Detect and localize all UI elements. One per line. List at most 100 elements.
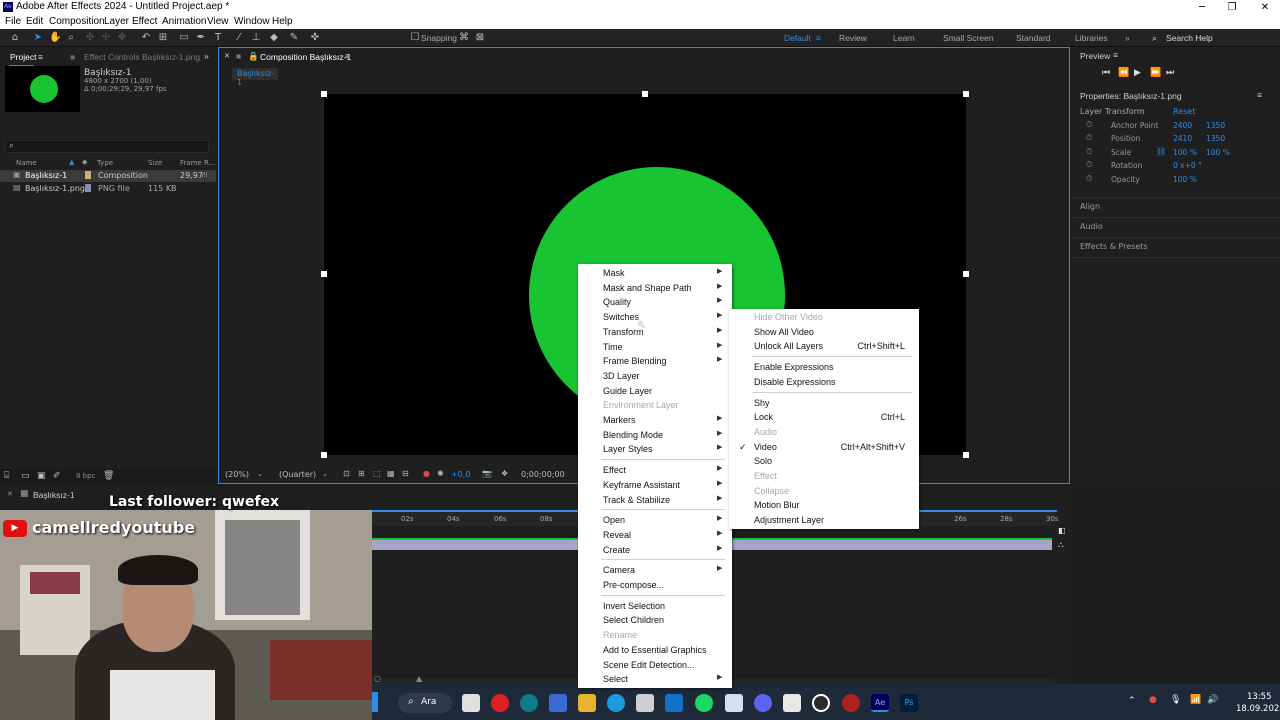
capcut-icon[interactable] (812, 694, 830, 712)
menu-item-enable-expressions[interactable]: Enable Expressions (754, 360, 834, 374)
transform-handle[interactable] (963, 452, 969, 458)
pan-tool-icon[interactable]: ✢ (100, 32, 112, 44)
zoom-in-icon[interactable]: ▲ (416, 674, 422, 683)
menu-item-select[interactable]: Select (603, 672, 628, 686)
show-snapshot-icon[interactable]: ❖ (501, 469, 508, 478)
notepad-icon[interactable] (783, 694, 801, 712)
table-row[interactable]: ▣ Başlıksız-1 Composition 29,97 ⛙ (0, 170, 216, 182)
opera-icon[interactable] (491, 694, 509, 712)
search-help-input[interactable]: Search Help (1166, 33, 1213, 43)
search-icon[interactable]: ⌕ (1152, 33, 1157, 44)
menu-file[interactable]: File (5, 16, 21, 27)
prop-value-1[interactable]: 2410 (1173, 134, 1192, 143)
menu-item-disable-expressions[interactable]: Disable Expressions (754, 375, 836, 389)
anchor-tool-icon[interactable]: ⊞ (157, 32, 169, 44)
breadcrumb[interactable]: Başlıksız-1 (232, 68, 278, 87)
col-frame-rate[interactable]: Frame R... (180, 159, 215, 167)
file-explorer-icon[interactable] (578, 694, 596, 712)
menu-item-effect[interactable]: Effect (603, 463, 626, 477)
menu-edit[interactable]: Edit (26, 16, 43, 27)
panel-overflow-icon[interactable]: » (204, 51, 209, 61)
rotate-tool-icon[interactable]: ↶ (140, 32, 152, 44)
last-frame-icon[interactable]: ⏭ (1166, 68, 1174, 78)
snapping-checkbox-icon[interactable]: ☐ (409, 32, 421, 44)
tray-app-icon[interactable]: ● (1149, 695, 1157, 705)
col-size[interactable]: Size (148, 159, 162, 167)
effects-presets-section[interactable]: Effects & Presets (1080, 242, 1148, 251)
photoshop-icon[interactable]: Ps (900, 694, 918, 712)
volume-icon[interactable]: 🔊 (1207, 695, 1218, 705)
prop-value-2[interactable]: 100 % (1206, 148, 1230, 157)
workspace-overflow-icon[interactable]: » (1125, 33, 1130, 43)
discord-icon[interactable] (754, 694, 772, 712)
previous-frame-icon[interactable]: ⏪ (1118, 68, 1129, 78)
grid-icon[interactable]: ⊟ (402, 469, 409, 478)
audio-section[interactable]: Audio (1080, 222, 1103, 231)
after-effects-icon[interactable]: Ae (871, 694, 889, 712)
table-row[interactable]: ▤ Başlıksız-1.png PNG file 115 KB (0, 183, 216, 195)
comp-button-icon[interactable]: ◧ (1058, 526, 1066, 535)
chevron-down-icon[interactable]: ⌄ (257, 470, 263, 478)
col-type[interactable]: Type (97, 159, 113, 167)
stopwatch-icon[interactable]: ⏱ (1086, 133, 1092, 143)
menu-item-shy[interactable]: Shy (754, 396, 770, 410)
exposure-value[interactable]: +0,0 (451, 470, 470, 479)
tab-project[interactable]: Project (10, 52, 36, 62)
microphone-icon[interactable]: 🎙 (1170, 695, 1181, 705)
prop-value-1[interactable]: 100 % (1173, 148, 1197, 157)
close-icon[interactable]: ✕ (1250, 0, 1280, 15)
stopwatch-icon[interactable]: ⏱ (1086, 147, 1092, 157)
rectangle-tool-icon[interactable]: ▭ (178, 32, 190, 44)
orbit-tool-icon[interactable]: ✣ (84, 32, 96, 44)
menu-item-mask-and-shape-path[interactable]: Mask and Shape Path (603, 281, 692, 295)
menu-item-lock[interactable]: Lock (754, 410, 773, 424)
menu-item-invert-selection[interactable]: Invert Selection (603, 599, 665, 613)
maximize-icon[interactable]: ❐ (1217, 0, 1247, 15)
menu-item-mask[interactable]: Mask (603, 266, 625, 280)
label-color-swatch[interactable] (85, 171, 91, 179)
taskbar-search[interactable]: ⌕ Ara (398, 693, 452, 713)
type-tool-icon[interactable]: T (212, 32, 224, 44)
snapshot-icon[interactable]: 📷 (482, 469, 492, 478)
eraser-tool-icon[interactable]: ◆ (268, 32, 280, 44)
timeline-tab[interactable]: Başlıksız-1 (33, 490, 75, 500)
menu-layer[interactable]: Layer (104, 16, 129, 27)
menu-item-unlock-all-layers[interactable]: Unlock All Layers (754, 339, 823, 353)
settings-app-icon[interactable] (725, 694, 743, 712)
workspace-review[interactable]: Review (839, 33, 867, 43)
trash-icon[interactable]: 🗑 (103, 471, 114, 481)
menu-item-adjustment-layer[interactable]: Adjustment Layer (754, 513, 824, 527)
resolution-dropdown[interactable]: (Quarter) (279, 470, 316, 479)
prop-value-2[interactable]: 1350 (1206, 121, 1225, 130)
chevron-up-icon[interactable]: ⌃ (1128, 696, 1136, 706)
stopwatch-icon[interactable]: ⏱ (1086, 174, 1092, 184)
microsoft-store-icon[interactable] (636, 694, 654, 712)
sort-icon[interactable]: ▲ (69, 158, 74, 166)
menu-item-pre-compose[interactable]: Pre-compose... (603, 578, 664, 592)
puppet-tool-icon[interactable]: ✜ (309, 32, 321, 44)
start-button[interactable] (372, 692, 378, 712)
timecode[interactable]: 0;00;00;00 (521, 470, 565, 479)
wifi-icon[interactable]: 📶 (1190, 695, 1201, 705)
prop-value-1[interactable]: 100 % (1173, 175, 1197, 184)
roto-tool-icon[interactable]: ✎ (288, 32, 300, 44)
menu-item-select-children[interactable]: Select Children (603, 613, 664, 627)
breadcrumb-comp[interactable]: Başlıksız-1 (237, 69, 278, 87)
menu-item-camera[interactable]: Camera (603, 563, 635, 577)
menu-item-solo[interactable]: Solo (754, 454, 772, 468)
composition-menu-icon[interactable]: ≡ (345, 51, 350, 61)
menu-item-time[interactable]: Time (603, 340, 623, 354)
menu-animation[interactable]: Animation (162, 16, 206, 27)
home-icon[interactable]: ⌂ (9, 32, 21, 44)
workspace-default[interactable]: Default (784, 33, 811, 43)
menu-composition[interactable]: Composition (49, 16, 105, 27)
transform-handle[interactable] (642, 91, 648, 97)
selection-tool-icon[interactable]: ➤ (32, 32, 44, 44)
menu-window[interactable]: Window (234, 16, 270, 27)
interpret-footage-icon[interactable]: ⌸ (4, 471, 9, 481)
menu-item-motion-blur[interactable]: Motion Blur (754, 498, 800, 512)
transform-handle[interactable] (321, 91, 327, 97)
stopwatch-icon[interactable]: ⏱ (1086, 120, 1092, 130)
project-menu-icon[interactable]: ≡ (38, 52, 43, 62)
zoom-dropdown[interactable]: (20%) (225, 470, 249, 479)
